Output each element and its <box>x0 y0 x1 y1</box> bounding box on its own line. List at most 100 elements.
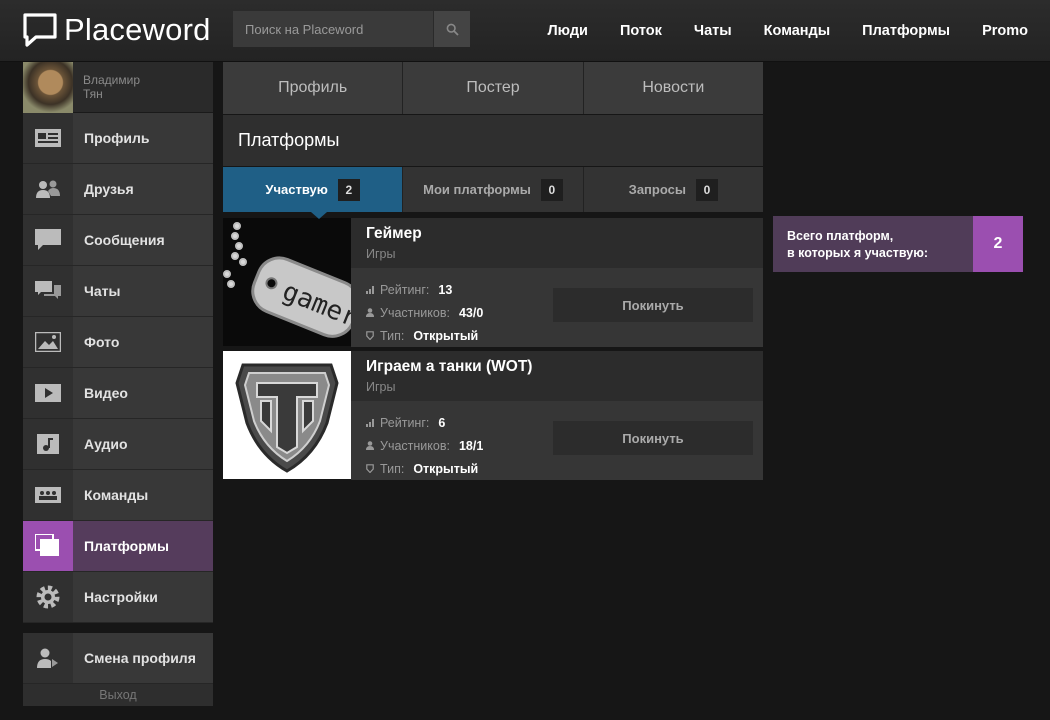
platform-info: Рейтинг: 13 Участников: 43/0 Тип: Открыт… <box>351 268 763 347</box>
sidebar-item-label: Профиль <box>84 130 150 146</box>
search-icon <box>446 23 459 36</box>
subtab-label: Мои платформы <box>423 182 531 197</box>
chats-icon <box>35 281 61 299</box>
top-header: Placeword Люди Поток Чаты Команды Платфо… <box>0 0 1050 62</box>
stats-label-line2: в которых я участвую: <box>787 246 929 260</box>
nav-teams[interactable]: Команды <box>764 23 830 39</box>
search-bar <box>233 11 470 47</box>
rating-value: 13 <box>438 282 453 297</box>
members-label: Участников: <box>380 305 450 320</box>
sidebar-item-label: Видео <box>84 385 128 401</box>
logo-text: Placeword <box>64 12 211 47</box>
platforms-icon <box>35 534 59 556</box>
sidebar-item-label: Друзья <box>84 181 134 197</box>
type-label: Тип: <box>380 328 405 343</box>
user-name[interactable]: Владимир Тян <box>83 73 140 101</box>
type-value: Открытый <box>413 328 479 343</box>
count-badge: 2 <box>337 178 360 201</box>
count-badge: 0 <box>695 178 718 201</box>
members-label: Участников: <box>380 438 450 453</box>
platform-category: Игры <box>366 380 396 394</box>
nav-chats[interactable]: Чаты <box>694 23 732 39</box>
members-value: 18/1 <box>458 438 484 453</box>
sidebar-item-video[interactable]: Видео <box>23 368 213 419</box>
platform-card: gamer Геймер Игры Рейтинг: 13 Участников… <box>223 218 763 347</box>
sidebar-item-friends[interactable]: Друзья <box>23 164 213 215</box>
switch-profile-button[interactable]: Смена профиля <box>23 633 213 684</box>
rating-label: Рейтинг: <box>380 415 430 430</box>
platform-name[interactable]: Играем а танки (WOT) <box>366 358 748 376</box>
rating-bars-icon <box>366 418 374 427</box>
platform-subtabs: Участвую 2 Мои платформы 0 Запросы 0 <box>223 167 763 219</box>
shield-icon <box>366 464 374 473</box>
leave-button[interactable]: Покинуть <box>553 288 753 322</box>
search-button[interactable] <box>433 11 470 47</box>
subtab-label: Запросы <box>628 182 686 197</box>
stats-label-line1: Всего платформ, <box>787 229 894 243</box>
platform-header: Играем а танки (WOT) Игры <box>351 351 763 401</box>
wot-logo-image[interactable] <box>223 351 351 479</box>
platform-name[interactable]: Геймер <box>366 225 748 243</box>
sidebar-item-messages[interactable]: Сообщения <box>23 215 213 266</box>
sidebar-item-audio[interactable]: Аудио <box>23 419 213 470</box>
avatar[interactable] <box>23 61 73 113</box>
user-icon <box>366 308 374 317</box>
profile-card-icon <box>35 129 61 147</box>
subtab-my-platforms[interactable]: Мои платформы 0 <box>403 167 584 212</box>
nav-promo[interactable]: Promo <box>982 23 1028 39</box>
sidebar-item-platforms[interactable]: Платформы <box>23 521 213 572</box>
tab-profile[interactable]: Профиль <box>223 62 404 114</box>
sidebar-item-label: Настройки <box>84 589 158 605</box>
tab-news[interactable]: Новости <box>583 62 763 114</box>
platform-category: Игры <box>366 247 396 261</box>
type-row: Тип: Открытый <box>366 324 763 347</box>
sidebar-item-label: Чаты <box>84 283 121 299</box>
teams-icon <box>35 487 61 503</box>
switch-user-icon <box>37 648 58 668</box>
logo[interactable]: Placeword <box>22 12 211 48</box>
gear-icon <box>36 585 60 609</box>
sidebar-item-teams[interactable]: Команды <box>23 470 213 521</box>
platform-card: Играем а танки (WOT) Игры Рейтинг: 6 Уча… <box>223 351 763 480</box>
type-label: Тип: <box>380 461 405 476</box>
rating-bars-icon <box>366 285 374 294</box>
video-play-icon <box>35 384 61 402</box>
logout-link[interactable]: Выход <box>23 684 213 706</box>
message-icon <box>35 229 61 250</box>
music-note-icon <box>37 434 59 454</box>
nav-stream[interactable]: Поток <box>620 23 662 39</box>
friends-icon <box>36 180 60 198</box>
rating-label: Рейтинг: <box>380 282 430 297</box>
speech-bubble-logo-icon <box>23 13 57 47</box>
platform-header: Геймер Игры <box>351 218 763 268</box>
switch-profile-label: Смена профиля <box>84 650 196 666</box>
sidebar-item-photo[interactable]: Фото <box>23 317 213 368</box>
user-block[interactable]: Владимир Тян <box>23 61 213 113</box>
nav-platforms[interactable]: Платформы <box>862 23 950 39</box>
leave-button[interactable]: Покинуть <box>553 421 753 455</box>
user-first-name: Владимир <box>83 73 141 87</box>
search-input[interactable] <box>233 11 433 47</box>
sidebar-item-label: Фото <box>84 334 120 350</box>
nav-people[interactable]: Люди <box>547 23 587 39</box>
user-last-name: Тян <box>83 87 103 101</box>
sidebar: Владимир Тян Профиль Друзья Сообщения Ча… <box>23 61 213 706</box>
shield-icon <box>366 331 374 340</box>
sidebar-item-chats[interactable]: Чаты <box>23 266 213 317</box>
gamer-dogtag-image[interactable]: gamer <box>223 218 351 346</box>
subtab-label: Участвую <box>265 182 328 197</box>
platforms-total-widget: Всего платформ, в которых я участвую: 2 <box>773 216 1023 272</box>
sidebar-item-label: Аудио <box>84 436 128 452</box>
sidebar-item-settings[interactable]: Настройки <box>23 572 213 623</box>
subtab-requests[interactable]: Запросы 0 <box>583 167 763 212</box>
subtab-participating[interactable]: Участвую 2 <box>223 167 404 219</box>
sidebar-item-label: Сообщения <box>84 232 165 248</box>
sidebar-item-label: Команды <box>84 487 149 503</box>
user-icon <box>366 441 374 450</box>
stats-label: Всего платформ, в которых я участвую: <box>773 216 973 272</box>
page-title: Платформы <box>223 115 763 166</box>
tab-poster[interactable]: Постер <box>403 62 584 114</box>
stats-value: 2 <box>973 216 1023 272</box>
main-content: Профиль Постер Новости Платформы Участву… <box>223 62 763 480</box>
sidebar-item-profile[interactable]: Профиль <box>23 113 213 164</box>
